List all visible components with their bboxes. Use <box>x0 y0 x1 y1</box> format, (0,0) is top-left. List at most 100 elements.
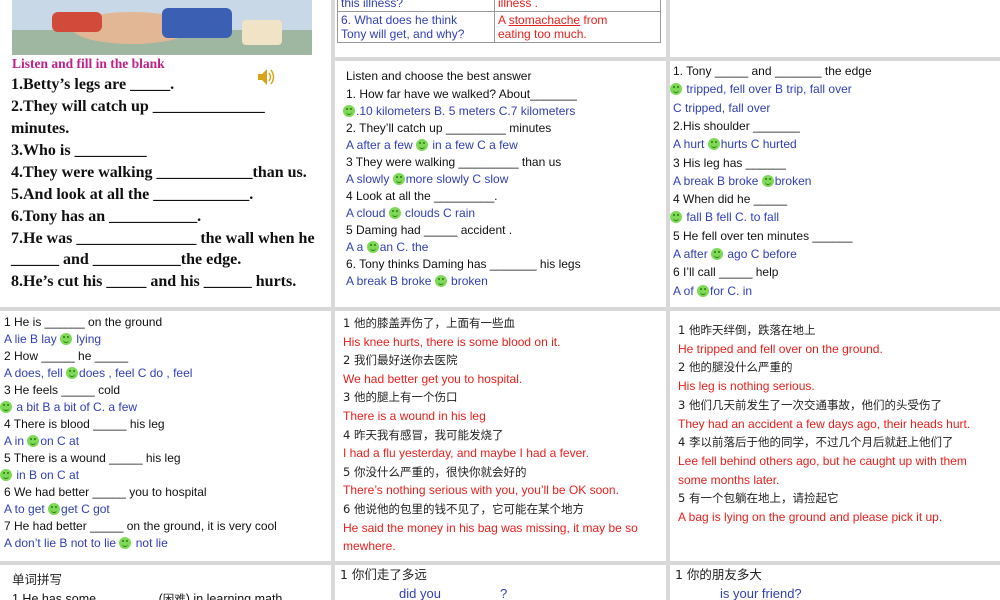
answer-fragment: ? <box>500 586 508 600</box>
question-line: 1. Tony _____ and _______ the edge <box>673 64 872 78</box>
line-text: on C at <box>40 434 80 448</box>
smiley-icon <box>60 333 73 345</box>
line-text: I had a flu yesterday, and maybe I had a… <box>343 446 589 461</box>
answer-line: some months later. <box>678 473 779 487</box>
line-text: A a <box>346 240 367 254</box>
table-cell-answer: illness . <box>498 0 539 10</box>
line-text: 4 When did he _____ <box>673 192 788 207</box>
line-text: They had an accident a few days ago, the… <box>678 416 971 431</box>
line-text: A lie B lay <box>4 332 61 346</box>
answer-line: His knee hurts, there is some blood on i… <box>343 335 560 349</box>
choice-line: A lie B lay lying <box>4 332 101 346</box>
line-text: 2 我们最好送你去医院 <box>343 353 458 368</box>
illustration-image <box>12 0 312 55</box>
panel-question-right: 1 你的朋友多大 is your friend? <box>670 565 1000 600</box>
line-text: A slowly <box>346 172 393 186</box>
speaker-icon[interactable] <box>256 67 276 87</box>
question-text: 1 你们走了多远 <box>340 567 427 582</box>
choice-line: a bit B a bit of C. a few <box>0 400 137 414</box>
answer-line: I had a flu yesterday, and maybe I had a… <box>343 446 589 460</box>
line-text: 4 昨天我有感冒，我可能发烧了 <box>343 427 504 442</box>
choice-line: A to get get C got <box>4 502 110 516</box>
line-text: A after <box>673 247 712 261</box>
panel-table: this illness? illness . 6. What does he … <box>335 0 666 57</box>
line-text: more slowly C slow <box>405 172 509 186</box>
question-line: 2.His shoulder _______ <box>673 119 800 133</box>
smiley-icon <box>416 139 429 151</box>
fill-blank-question: 3.Who is _________ <box>11 142 147 159</box>
question-line: 3 They were walking _________ than us <box>346 155 561 169</box>
panel-choose-right: 1. Tony _____ and _______ the edge tripp… <box>670 61 1000 307</box>
line-text: A to get <box>4 502 49 516</box>
question-line: 6 We had better _____ you to hospital <box>4 485 207 499</box>
question-line: 4 When did he _____ <box>673 192 787 206</box>
line-text: 3 His leg has ______ <box>673 155 786 170</box>
answer-line: There’s nothing serious with you, you’ll… <box>343 483 619 497</box>
question-line: 1 他的膝盖弄伤了，上面有一些血 <box>343 316 515 330</box>
line-text: 2. They’ll catch up _________ minutes <box>346 121 552 135</box>
smiley-icon <box>670 83 682 96</box>
question-line: 4 There is blood _____ his leg <box>4 417 165 431</box>
line-text: 1 他的膝盖弄伤了，上面有一些血 <box>343 316 515 330</box>
smiley-icon <box>366 241 379 253</box>
line-text: 1. How far have we walked? About_______ <box>346 87 577 101</box>
fill-blank-question: minutes. <box>11 120 70 137</box>
question-line: 7 He had better _____ on the ground, it … <box>4 519 277 533</box>
line-text: A cloud <box>346 206 389 220</box>
line-text: There is a wound in his leg <box>343 409 486 423</box>
line-text: 5 Daming had _____ accident . <box>346 223 513 237</box>
fill-blank-question: 8.He’s cut his _____ and his ______ hurt… <box>11 273 297 290</box>
question-line: 4 李以前落后于他的同学，不过几个月后就赶上他们了 <box>678 435 953 449</box>
answer-line: They had an accident a few days ago, the… <box>678 417 970 431</box>
smiley-icon <box>711 248 724 260</box>
spelling-heading: 单词拼写 <box>12 572 63 587</box>
fill-blank-question: 2.They will catch up ______________ <box>11 98 265 115</box>
answer-line: He tripped and fell over on the ground. <box>678 342 883 356</box>
line-text: A in <box>4 434 28 448</box>
line-text: 7 He had better _____ on the ground, it … <box>4 519 277 533</box>
question-line: 5 Daming had _____ accident . <box>346 223 512 237</box>
smiley-icon <box>48 503 61 515</box>
panel-question-center: 1 你们走了多远 did you ? <box>335 565 666 600</box>
table-cell-question: 6. What does he think <box>341 13 458 27</box>
answer-line: There is a wound in his leg <box>343 409 486 423</box>
question-line: 5 There is a wound _____ his leg <box>4 451 181 465</box>
choice-line: A in on C at <box>4 434 79 448</box>
line-text: some months later. <box>678 472 780 487</box>
panel-fill-blank: Listen and fill in the blank 1.Betty’s l… <box>0 0 331 307</box>
choice-line: A break B broke broken <box>673 174 811 188</box>
table-cell-answer-blank: stomachache <box>508 13 581 27</box>
question-line: 3 He feels _____ cold <box>4 383 120 397</box>
line-text: a bit B a bit of C. a few <box>13 400 138 414</box>
fill-blank-question: 7.He was _______________ the wall when h… <box>11 230 315 247</box>
line-text: 6 I’ll call _____ help <box>673 265 779 280</box>
line-text: mewhere. <box>343 539 396 554</box>
question-line: 4 昨天我有感冒，我可能发烧了 <box>343 428 503 442</box>
choice-line: A break B broke broken <box>346 274 488 288</box>
line-text: A hurt <box>673 137 708 152</box>
line-text: A don’t lie B not to lie <box>4 536 120 550</box>
line-text: ago C before <box>724 247 797 261</box>
line-text: 3 他们几天前发生了一次交通事故，他们的头受伤了 <box>678 397 942 412</box>
question-line: 2 How _____ he _____ <box>4 349 128 363</box>
line-text: 4 There is blood _____ his leg <box>4 417 165 431</box>
choice-line: A slowly more slowly C slow <box>346 172 508 186</box>
line-text: fall B fell C. to fall <box>683 210 780 225</box>
choice-line: C tripped, fall over <box>673 101 770 115</box>
line-text: A bag is lying on the ground and please … <box>678 510 943 524</box>
question-line: 2 他的腿没什么严重的 <box>678 360 792 374</box>
table-cell-question: Tony will get, and why? <box>341 27 465 41</box>
smiley-icon <box>392 173 405 185</box>
answer-line: Lee fell behind others ago, but he caugh… <box>678 454 967 468</box>
table-cell-answer: eating too much. <box>498 27 587 41</box>
line-text: A after a few <box>346 138 417 152</box>
line-text: 3 He feels _____ cold <box>4 383 121 397</box>
line-text: His leg is nothing serious. <box>678 379 815 394</box>
table-cell-answer: A <box>498 13 509 27</box>
line-text: for C. in <box>710 283 753 298</box>
table-row: 6. What does he think Tony will get, and … <box>337 11 661 43</box>
panel-translate-right: 1 他昨天绊倒，跌落在地上 He tripped and fell over on… <box>670 311 1000 561</box>
choice-line: A after a few in a few C a few <box>346 138 518 152</box>
line-text: hurts C hurted <box>720 137 797 152</box>
line-text: A of <box>673 283 698 298</box>
